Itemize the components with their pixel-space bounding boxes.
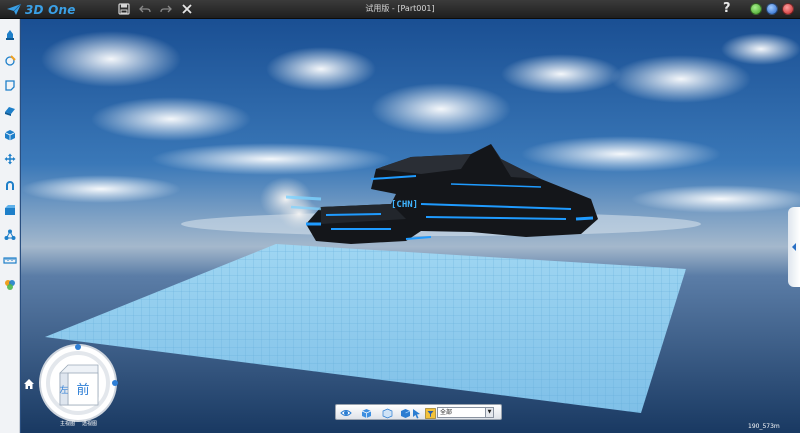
- combine-icon[interactable]: [2, 127, 18, 143]
- help-icon[interactable]: ?: [723, 1, 731, 16]
- sketch-icon[interactable]: [2, 52, 18, 68]
- render-icon[interactable]: [2, 277, 18, 293]
- left-toolbar: [0, 19, 20, 433]
- solid-view-icon[interactable]: [360, 407, 372, 419]
- perspective-view-label[interactable]: 透视图: [82, 420, 97, 427]
- main-view-label[interactable]: 主视图: [60, 420, 75, 427]
- pattern-icon[interactable]: [2, 227, 18, 243]
- minimize-button[interactable]: [750, 3, 762, 15]
- 3d-viewport[interactable]: [CHN]: [21, 19, 800, 433]
- window-title: 试用版 - [Part001]: [365, 4, 435, 13]
- filter-icon[interactable]: [424, 407, 436, 419]
- right-panel-toggle[interactable]: [788, 207, 800, 287]
- move-icon[interactable]: [2, 151, 18, 167]
- coordinate-readout: 190_573m: [748, 423, 780, 430]
- title-bar: 3D One 试用版 - [Part001] ?: [0, 0, 800, 19]
- component-icon[interactable]: [2, 202, 18, 218]
- home-view-icon[interactable]: [23, 375, 35, 389]
- measure-icon[interactable]: [2, 252, 18, 268]
- magnet-icon[interactable]: [2, 177, 18, 193]
- sketch-edit-icon[interactable]: [2, 77, 18, 93]
- filter-select-value: 全部: [440, 409, 453, 416]
- feature-icon[interactable]: [2, 102, 18, 118]
- chevron-down-icon: ▼: [485, 408, 493, 417]
- view-cube[interactable]: 前 左: [38, 343, 118, 423]
- ship-label: [CHN]: [391, 200, 418, 210]
- box-view-icon[interactable]: [381, 407, 393, 419]
- close-window-button[interactable]: [782, 3, 794, 15]
- filter-select[interactable]: 全部 ▼: [437, 407, 494, 418]
- view-eye-icon[interactable]: [340, 407, 352, 419]
- maximize-button[interactable]: [766, 3, 778, 15]
- cursor-select-icon[interactable]: [410, 407, 422, 419]
- scene-render: [CHN]: [21, 19, 800, 433]
- basic-solid-icon[interactable]: [2, 27, 18, 43]
- bottom-toolbar: 全部 ▼: [335, 404, 502, 420]
- view-cube-front-label: 前: [76, 382, 89, 398]
- view-cube-side-label: 左: [59, 384, 68, 396]
